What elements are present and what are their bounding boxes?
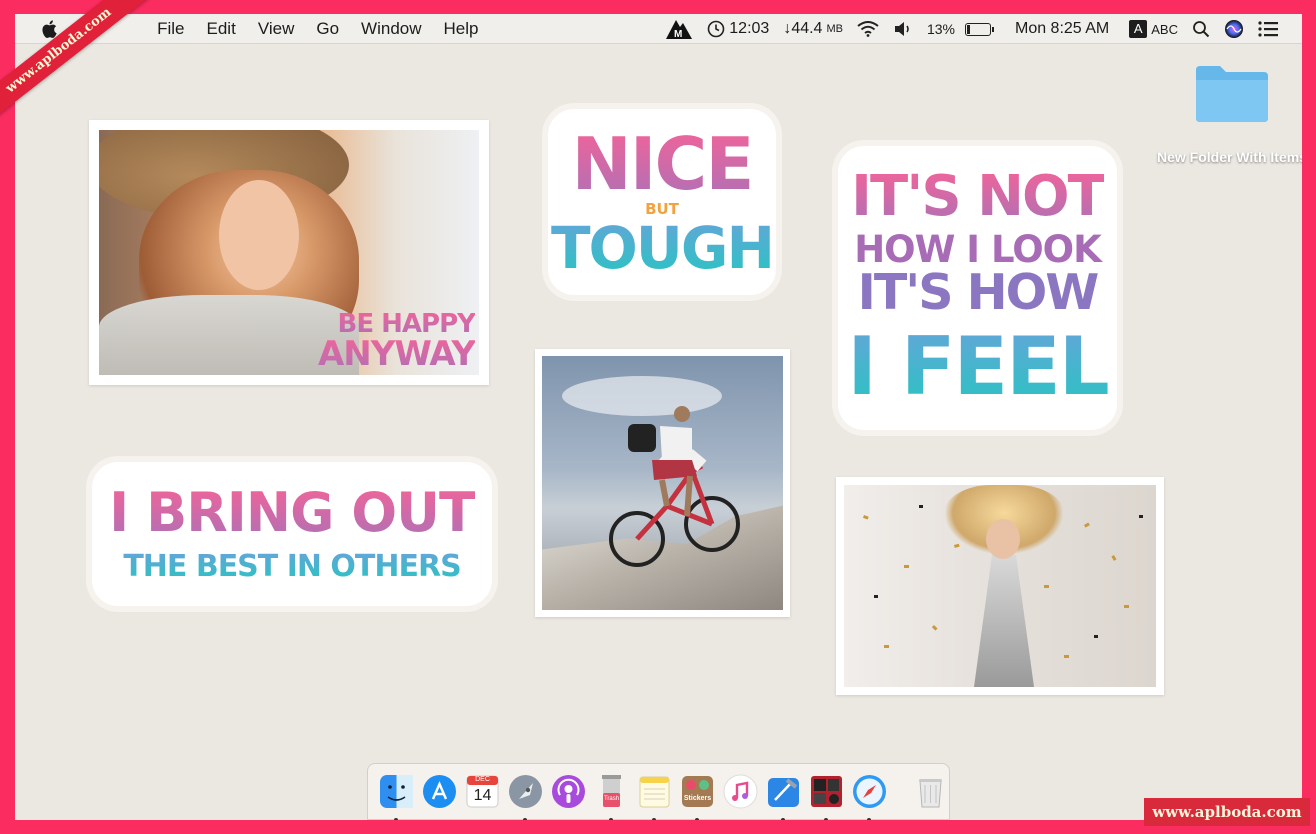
xcode-icon bbox=[768, 778, 799, 807]
itunes-icon bbox=[723, 774, 758, 809]
dock-xcode[interactable] bbox=[765, 773, 802, 820]
trash-stickers-icon bbox=[602, 775, 621, 807]
dock-trash-stickers[interactable]: Trash bbox=[593, 773, 630, 820]
sticker-text-nice: NICE bbox=[571, 121, 754, 206]
sticker-text-tough: TOUGH bbox=[550, 213, 775, 282]
photo-confetti-party[interactable] bbox=[836, 477, 1164, 695]
wifi-icon[interactable] bbox=[857, 21, 879, 37]
notes-icon bbox=[639, 776, 670, 808]
dock-running-dot bbox=[695, 818, 699, 820]
input-source[interactable]: A ABC bbox=[1129, 20, 1178, 38]
biker-figure bbox=[609, 406, 740, 567]
battery-status[interactable]: 13% bbox=[926, 21, 994, 37]
dock-stickers[interactable]: Stickers bbox=[679, 773, 716, 820]
network-speed-unit: MB bbox=[826, 23, 843, 35]
battery-percent: 13% bbox=[926, 21, 955, 37]
input-source-icon: A bbox=[1129, 20, 1148, 38]
stickers-app-label: Stickers bbox=[683, 795, 712, 802]
photo-woman-hat[interactable]: BE HAPPY ANYWAY bbox=[89, 120, 489, 385]
stickers-app-icon bbox=[682, 776, 713, 807]
dock: DEC 14 Trash Stickers bbox=[367, 763, 950, 820]
clock-widget[interactable]: 12:03 bbox=[707, 20, 769, 38]
launchpad-icon bbox=[509, 775, 542, 808]
dock-itunes[interactable] bbox=[722, 773, 759, 810]
dock-running-dot bbox=[609, 818, 613, 820]
sticker-text-its-how: IT'S HOW bbox=[857, 264, 1100, 321]
watermark-bottom: www.aplboda.com bbox=[1144, 798, 1310, 826]
dock-calendar[interactable]: DEC 14 bbox=[464, 773, 501, 810]
siri-icon[interactable] bbox=[1224, 19, 1244, 39]
photo-caption: BE HAPPY ANYWAY bbox=[317, 311, 476, 374]
clock-icon bbox=[707, 20, 725, 38]
calendar-day: 14 bbox=[473, 787, 492, 804]
svg-text:M: M bbox=[674, 29, 682, 40]
dock-safari[interactable] bbox=[851, 773, 888, 820]
podcasts-icon bbox=[552, 775, 585, 808]
menu-window[interactable]: Window bbox=[350, 19, 432, 39]
calendar-month: DEC bbox=[475, 776, 490, 783]
dock-running-dot bbox=[781, 818, 785, 820]
sticker-bring-out-best[interactable]: I BRING OUT THE BEST IN OTHERS bbox=[92, 462, 492, 606]
mountain-app-icon[interactable]: M bbox=[665, 18, 693, 40]
dock-finder[interactable] bbox=[378, 773, 415, 820]
app-store-icon bbox=[423, 775, 456, 808]
desktop-folder[interactable]: New Folder With Items bbox=[1152, 64, 1302, 167]
spotlight-search-icon[interactable] bbox=[1192, 20, 1210, 38]
volume-icon[interactable] bbox=[893, 21, 913, 37]
dock-running-dot bbox=[394, 818, 398, 820]
network-speed[interactable]: ↓44.4 MB bbox=[783, 20, 843, 38]
confetti-pattern bbox=[862, 505, 1143, 658]
folder-icon bbox=[1196, 66, 1268, 122]
dock-photo-booth[interactable] bbox=[808, 773, 845, 820]
folder-label: New Folder With Items bbox=[1156, 149, 1302, 165]
dock-running-dot bbox=[824, 818, 828, 820]
finder-icon bbox=[380, 775, 413, 808]
sticker-text-i-bring-out: I BRING OUT bbox=[109, 481, 476, 544]
photo-mountain-biker[interactable] bbox=[535, 349, 790, 617]
face-shape bbox=[219, 180, 299, 290]
network-speed-value: ↓44.4 bbox=[783, 20, 823, 37]
sticker-nice-but-tough[interactable]: NICE BUT TOUGH bbox=[548, 109, 776, 295]
trash-icon bbox=[919, 779, 942, 808]
dock-running-dot bbox=[867, 818, 871, 820]
apple-menu-icon[interactable] bbox=[41, 19, 57, 38]
dock-notes[interactable] bbox=[636, 773, 673, 820]
sticker-text-its-not: IT'S NOT bbox=[851, 164, 1106, 229]
caption-line-anyway: ANYWAY bbox=[317, 334, 476, 374]
menu-go[interactable]: Go bbox=[305, 19, 350, 39]
clock-widget-time: 12:03 bbox=[729, 20, 770, 37]
dock-trash[interactable] bbox=[912, 773, 949, 810]
desktop-screen: Fi File Edit View Go Window Help M 12:03… bbox=[15, 14, 1302, 820]
menu-datetime[interactable]: Mon 8:25 AM bbox=[1015, 20, 1109, 38]
input-source-label: ABC bbox=[1151, 21, 1178, 37]
dock-running-dot bbox=[523, 818, 527, 820]
menu-help[interactable]: Help bbox=[433, 19, 490, 39]
menu-bar: Fi File Edit View Go Window Help M 12:03… bbox=[15, 14, 1302, 44]
menu-view[interactable]: View bbox=[247, 19, 306, 39]
dock-podcasts[interactable] bbox=[550, 773, 587, 810]
photo-booth-icon bbox=[811, 776, 842, 807]
sticker-text-how-i-look: HOW I LOOK bbox=[854, 228, 1102, 271]
dock-running-dot bbox=[652, 818, 656, 820]
sticker-its-how-i-feel[interactable]: IT'S NOT HOW I LOOK IT'S HOW I FEEL bbox=[838, 146, 1117, 430]
menu-edit[interactable]: Edit bbox=[196, 19, 247, 39]
safari-icon bbox=[853, 775, 886, 808]
sticker-text-best-in-others: THE BEST IN OTHERS bbox=[123, 549, 461, 584]
dock-app-store[interactable] bbox=[421, 773, 458, 810]
sticker-text-i-feel: I FEEL bbox=[847, 320, 1110, 413]
battery-icon bbox=[964, 22, 994, 36]
notification-center-icon[interactable] bbox=[1258, 21, 1278, 37]
dock-launchpad[interactable] bbox=[507, 773, 544, 820]
trash-stickers-label: Trash bbox=[603, 796, 620, 802]
menu-file[interactable]: File bbox=[146, 19, 195, 39]
